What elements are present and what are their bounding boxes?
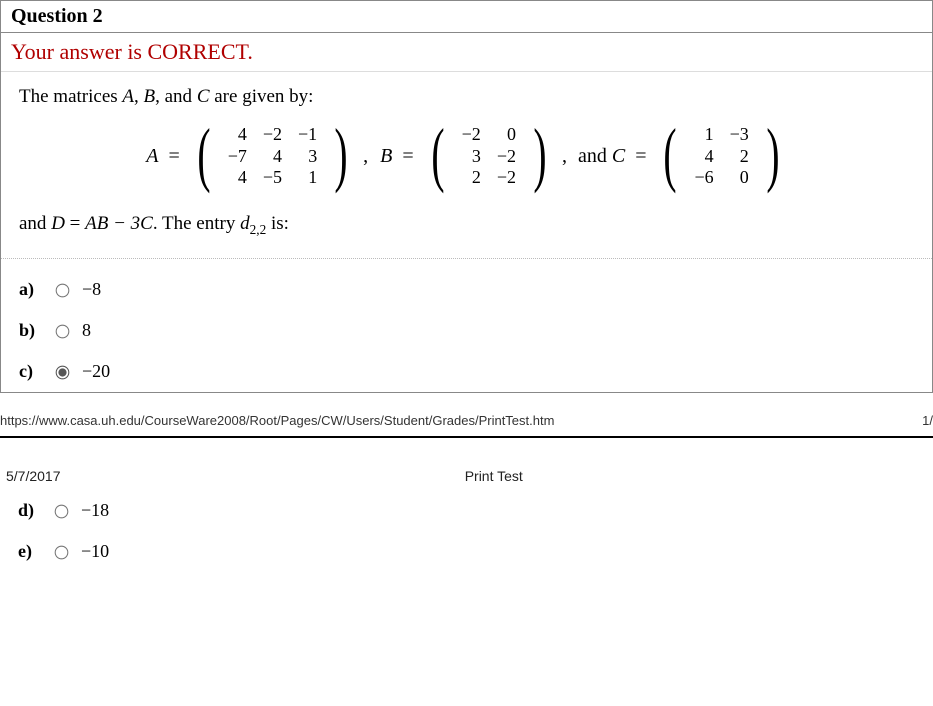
choice-c[interactable]: c) −20	[19, 351, 914, 392]
matrix-cell: 4	[220, 167, 255, 188]
matrix-cell: 2	[454, 167, 489, 188]
matrix-a-label: A	[146, 145, 158, 168]
equals-sign: =	[635, 145, 646, 168]
equals-sign: =	[402, 145, 413, 168]
choice-value: −20	[82, 361, 110, 382]
choice-label: d)	[18, 500, 40, 521]
page-footer: https://www.casa.uh.edu/CourseWare2008/R…	[0, 393, 933, 432]
answer-choices: a) −8 b) 8 c) −20	[1, 259, 932, 392]
question-container: Question 2 Your answer is CORRECT. The m…	[0, 0, 933, 393]
footer-url-text: https://www.casa.uh.edu/CourseWare2008/R…	[0, 413, 554, 428]
matrix-a-body: 4−2−1−7434−51	[216, 124, 329, 189]
equals-sign: =	[168, 145, 179, 168]
choice-value: 8	[82, 320, 91, 341]
matrix-cell: −2	[454, 124, 489, 145]
page2-title: Print Test	[61, 468, 928, 484]
matrix-cell: −5	[255, 167, 290, 188]
matrix-definitions: A = ( 4−2−1−7434−51 ) , B = ( −203−22−2 …	[1, 114, 932, 207]
choice-d[interactable]: d) −18	[18, 490, 933, 531]
matrix-cell: 1	[686, 124, 721, 145]
page2-date: 5/7/2017	[6, 468, 61, 484]
matrix-cell: 4	[686, 146, 721, 167]
matrix-c: ( 1−342−60 )	[658, 124, 784, 189]
right-paren-icon: )	[533, 122, 546, 187]
choice-label: b)	[19, 320, 41, 341]
left-paren-icon: (	[197, 122, 210, 187]
matrix-cell: −2	[255, 124, 290, 145]
left-paren-icon: (	[664, 122, 677, 187]
matrix-c-body: 1−342−60	[682, 124, 760, 189]
question-stem-d: and D = AB − 3C. The entry d2,2 is:	[1, 207, 932, 259]
matrix-cell: −1	[290, 124, 325, 145]
matrix-cell: 4	[255, 146, 290, 167]
matrix-b-label: B	[380, 145, 392, 168]
choice-radio[interactable]	[55, 505, 69, 519]
matrix-cell: 3	[454, 146, 489, 167]
matrix-cell: −2	[489, 167, 524, 188]
matrix-cell: 4	[220, 124, 255, 145]
separator-comma: ,	[363, 145, 368, 168]
choice-e[interactable]: e) −10	[18, 531, 933, 572]
choice-value: −8	[82, 279, 101, 300]
right-paren-icon: )	[335, 122, 348, 187]
right-paren-icon: )	[766, 122, 779, 187]
choice-label: e)	[18, 541, 40, 562]
choice-label: a)	[19, 279, 41, 300]
choice-value: −10	[81, 541, 109, 562]
choice-value: −18	[81, 500, 109, 521]
matrix-cell: 1	[290, 167, 325, 188]
footer-page-frag: 1/	[922, 413, 933, 428]
matrix-cell: −6	[686, 167, 721, 188]
matrix-b-body: −203−22−2	[450, 124, 528, 189]
choice-b[interactable]: b) 8	[19, 310, 914, 351]
left-paren-icon: (	[431, 122, 444, 187]
answer-choices-continued: d) −18 e) −10	[0, 490, 933, 572]
choice-a[interactable]: a) −8	[19, 269, 914, 310]
and-c-text: , and C	[560, 145, 625, 168]
matrix-cell: 2	[722, 146, 757, 167]
matrix-cell: 0	[489, 124, 524, 145]
matrix-cell: −3	[722, 124, 757, 145]
choice-radio[interactable]	[56, 366, 70, 380]
question-stem-intro: The matrices A, B, and C are given by:	[1, 72, 932, 114]
answer-feedback: Your answer is CORRECT.	[1, 33, 932, 72]
choice-radio[interactable]	[56, 284, 70, 298]
matrix-cell: −2	[489, 146, 524, 167]
choice-radio[interactable]	[56, 325, 70, 339]
page2-header: 5/7/2017 Print Test	[0, 438, 933, 490]
choice-radio[interactable]	[55, 546, 69, 560]
matrix-b: ( −203−22−2 )	[426, 124, 552, 189]
matrix-a: ( 4−2−1−7434−51 )	[192, 124, 353, 189]
choice-label: c)	[19, 361, 41, 382]
matrix-cell: 0	[722, 167, 757, 188]
question-number: Question 2	[1, 1, 932, 33]
matrix-cell: −7	[220, 146, 255, 167]
stem-intro-text: The matrices A, B, and C are given by:	[19, 86, 313, 107]
matrix-cell: 3	[290, 146, 325, 167]
stem-d-text: and D = AB − 3C. The entry d2,2 is:	[19, 213, 289, 234]
